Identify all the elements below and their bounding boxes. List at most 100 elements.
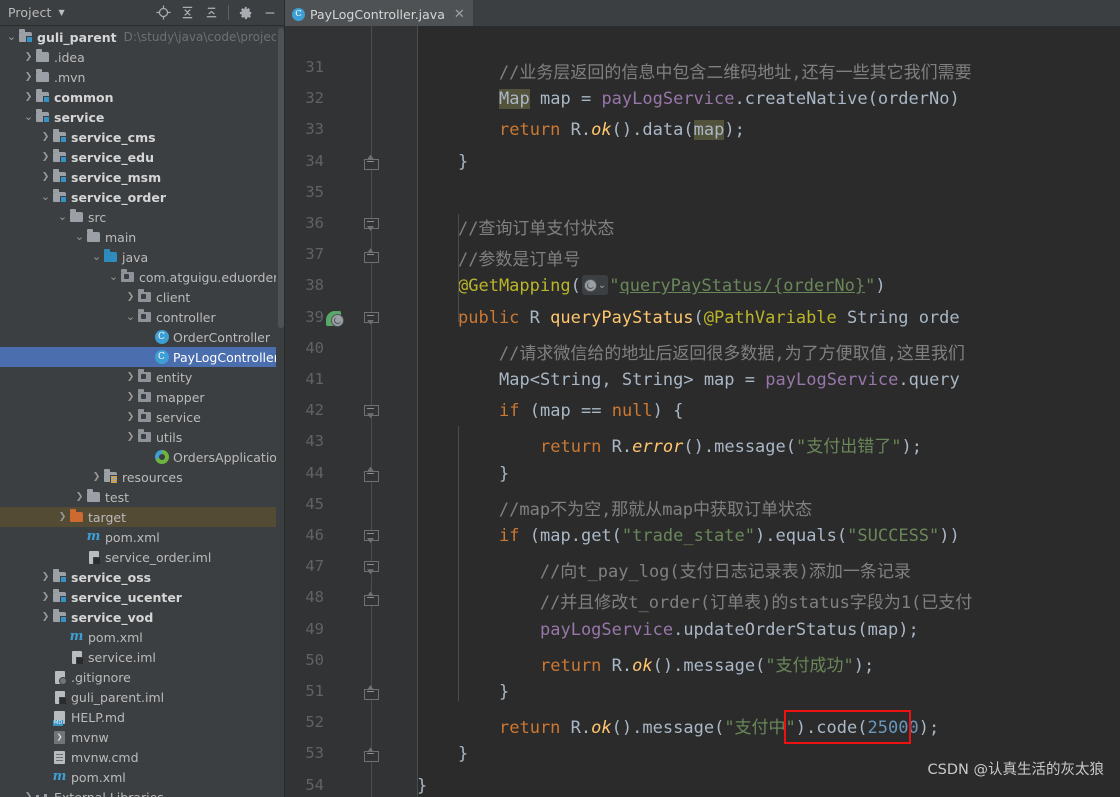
tree-item-utils[interactable]: ❯ utils bbox=[0, 427, 285, 447]
tree-item-mvnw[interactable]: ❯ mvnw bbox=[0, 727, 285, 747]
chevron-right-icon[interactable]: ❯ bbox=[23, 67, 34, 87]
tree-item-service[interactable]: ⌄ service bbox=[0, 107, 285, 127]
chevron-down-icon[interactable]: ⌄ bbox=[108, 267, 119, 287]
code-line-31[interactable]: //业务层返回的信息中包含二维码地址,还有一些其它我们需要 bbox=[417, 58, 972, 83]
chevron-right-icon[interactable]: ❯ bbox=[40, 147, 51, 167]
tree-item-service-ucenter[interactable]: ❯ service_ucenter bbox=[0, 587, 285, 607]
code-line-37[interactable]: //参数是订单号 bbox=[417, 245, 580, 270]
tree-item-paylogcontroller[interactable]: C PayLogController bbox=[0, 347, 285, 367]
tree-item-service[interactable]: ❯ service bbox=[0, 407, 285, 427]
tree-item-entity[interactable]: ❯ entity bbox=[0, 367, 285, 387]
tree-item-target[interactable]: ❯ target bbox=[0, 507, 285, 527]
collapse-all-icon[interactable] bbox=[200, 2, 222, 24]
chevron-right-icon[interactable]: ❯ bbox=[125, 407, 136, 427]
chevron-down-icon[interactable]: ⌄ bbox=[57, 207, 68, 227]
tree-item-guli-parent[interactable]: ⌄ guli_parent D:\study\java\code\project\g… bbox=[0, 27, 285, 47]
tree-item-mapper[interactable]: ❯ mapper bbox=[0, 387, 285, 407]
tree-item-external-libraries[interactable]: ❯ External Libraries bbox=[0, 787, 285, 797]
tree-item-service-iml[interactable]: service.iml bbox=[0, 647, 285, 667]
tree-item-service-vod[interactable]: ❯ service_vod bbox=[0, 607, 285, 627]
code-content[interactable]: //业务层返回的信息中包含二维码地址,还有一些其它我们需要 Map map = … bbox=[417, 26, 1120, 797]
chevron-right-icon[interactable]: ❯ bbox=[57, 507, 68, 527]
locate-target-icon[interactable] bbox=[152, 2, 174, 24]
chevron-right-icon[interactable]: ❯ bbox=[40, 607, 51, 627]
chevron-down-icon[interactable]: ⌄ bbox=[23, 107, 34, 127]
code-line-50[interactable]: return R.ok().message("支付成功"); bbox=[417, 651, 874, 676]
code-line-54[interactable]: } bbox=[417, 776, 427, 796]
fold-marker-line-36[interactable] bbox=[364, 218, 379, 231]
code-line-39[interactable]: public R queryPayStatus(@PathVariable St… bbox=[417, 308, 960, 328]
code-line-48[interactable]: //并且修改t_order(订单表)的status字段为1(已支付 bbox=[417, 588, 972, 613]
chevron-right-icon[interactable]: ❯ bbox=[40, 127, 51, 147]
tree-item-service-msm[interactable]: ❯ service_msm bbox=[0, 167, 285, 187]
code-line-49[interactable]: payLogService.updateOrderStatus(map); bbox=[417, 620, 919, 640]
chevron-right-icon[interactable]: ❯ bbox=[23, 47, 34, 67]
fold-marker-line-34[interactable] bbox=[364, 156, 379, 170]
chevron-right-icon[interactable]: ❯ bbox=[125, 427, 136, 447]
tree-item-service-cms[interactable]: ❯ service_cms bbox=[0, 127, 285, 147]
fold-marker-line-42[interactable] bbox=[364, 405, 379, 418]
spring-url-icon[interactable]: ⌄ bbox=[581, 275, 609, 296]
fold-marker-line-47[interactable] bbox=[364, 561, 379, 574]
tab-paylogcontroller[interactable]: C PayLogController.java ✕ bbox=[285, 0, 473, 26]
tree-item-mvn[interactable]: ❯ .mvn bbox=[0, 67, 285, 87]
tree-item-pom-xml[interactable]: m pom.xml bbox=[0, 767, 285, 787]
chevron-right-icon[interactable]: ❯ bbox=[40, 167, 51, 187]
fold-marker-line-44[interactable] bbox=[364, 468, 379, 482]
expand-all-icon[interactable] bbox=[176, 2, 198, 24]
tree-item-common[interactable]: ❯ common bbox=[0, 87, 285, 107]
code-line-36[interactable]: //查询订单支付状态 bbox=[417, 214, 614, 239]
chevron-right-icon[interactable]: ❯ bbox=[23, 787, 34, 797]
chevron-right-icon[interactable]: ❯ bbox=[74, 487, 85, 507]
tree-item-service-edu[interactable]: ❯ service_edu bbox=[0, 147, 285, 167]
tree-item-ordercontroller[interactable]: C OrderController bbox=[0, 327, 285, 347]
code-line-46[interactable]: if (map.get("trade_state").equals("SUCCE… bbox=[417, 526, 960, 546]
tree-item-client[interactable]: ❯ client bbox=[0, 287, 285, 307]
fold-marker-line-46[interactable] bbox=[364, 530, 379, 543]
fold-marker-line-51[interactable] bbox=[364, 686, 379, 700]
code-line-52[interactable]: return R.ok().message("支付中").code(25000)… bbox=[417, 713, 939, 738]
tree-item-service-order[interactable]: ⌄ service_order bbox=[0, 187, 285, 207]
tree-item-test[interactable]: ❯ test bbox=[0, 487, 285, 507]
chevron-down-icon[interactable]: ⌄ bbox=[40, 187, 51, 207]
project-tool-title[interactable]: Project bbox=[0, 5, 51, 20]
code-line-38[interactable]: @GetMapping(⌄ "queryPayStatus/{orderNo}") bbox=[417, 275, 886, 296]
tree-item-main[interactable]: ⌄ main bbox=[0, 227, 285, 247]
tree-item-mvnw-cmd[interactable]: mvnw.cmd bbox=[0, 747, 285, 767]
minimize-icon[interactable] bbox=[259, 2, 281, 24]
code-line-53[interactable]: } bbox=[417, 744, 468, 764]
code-line-44[interactable]: } bbox=[417, 464, 509, 484]
chevron-down-icon[interactable]: ⌄ bbox=[6, 27, 17, 47]
code-line-32[interactable]: Map map = payLogService.createNative(ord… bbox=[417, 89, 960, 110]
code-line-43[interactable]: return R.error().message("支付出错了"); bbox=[417, 432, 922, 457]
code-line-45[interactable]: //map不为空,那就从map中获取订单状态 bbox=[417, 495, 812, 520]
tree-item-idea[interactable]: ❯ .idea bbox=[0, 47, 285, 67]
tree-item-java[interactable]: ⌄ java bbox=[0, 247, 285, 267]
tree-item-ordersapplication[interactable]: OrdersApplication bbox=[0, 447, 285, 467]
fold-marker-line-37[interactable] bbox=[364, 249, 379, 264]
fold-marker-line-53[interactable] bbox=[364, 748, 379, 763]
tree-item-src[interactable]: ⌄ src bbox=[0, 207, 285, 227]
tree-item-pom-xml[interactable]: m pom.xml bbox=[0, 527, 285, 547]
code-line-40[interactable]: //请求微信给的地址后返回很多数据,为了方便取值,这里我们 bbox=[417, 339, 965, 364]
project-tree[interactable]: ⌄ guli_parent D:\study\java\code\project\g… bbox=[0, 26, 285, 797]
tree-item-guli-parent-iml[interactable]: guli_parent.iml bbox=[0, 687, 285, 707]
chevron-down-icon[interactable]: ▼ bbox=[58, 8, 64, 17]
chevron-right-icon[interactable]: ❯ bbox=[40, 587, 51, 607]
tree-item-help-md[interactable]: HELP.md bbox=[0, 707, 285, 727]
tree-item-service-oss[interactable]: ❯ service_oss bbox=[0, 567, 285, 587]
close-icon[interactable]: ✕ bbox=[454, 8, 465, 21]
tree-item-resources[interactable]: ❯ resources bbox=[0, 467, 285, 487]
code-line-33[interactable]: return R.ok().data(map); bbox=[417, 120, 745, 141]
code-line-41[interactable]: Map<String, String> map = payLogService.… bbox=[417, 370, 960, 390]
chevron-down-icon[interactable]: ⌄ bbox=[74, 227, 85, 247]
code-line-51[interactable]: } bbox=[417, 682, 509, 702]
chevron-right-icon[interactable]: ❯ bbox=[91, 467, 102, 487]
tree-item-service-order-iml[interactable]: service_order.iml bbox=[0, 547, 285, 567]
chevron-down-icon[interactable]: ⌄ bbox=[91, 247, 102, 267]
code-line-47[interactable]: //向t_pay_log(支付日志记录表)添加一条记录 bbox=[417, 557, 911, 582]
editor-gutter[interactable]: 31 32 33 34 35 36 37 38 39 40 41 42 43 44 45 46 47 48 49 50… bbox=[285, 26, 417, 797]
tree-item-com-atguigu-eduorder[interactable]: ⌄ com.atguigu.eduorder bbox=[0, 267, 285, 287]
code-line-34[interactable]: } bbox=[417, 152, 468, 172]
chevron-right-icon[interactable]: ❯ bbox=[23, 87, 34, 107]
